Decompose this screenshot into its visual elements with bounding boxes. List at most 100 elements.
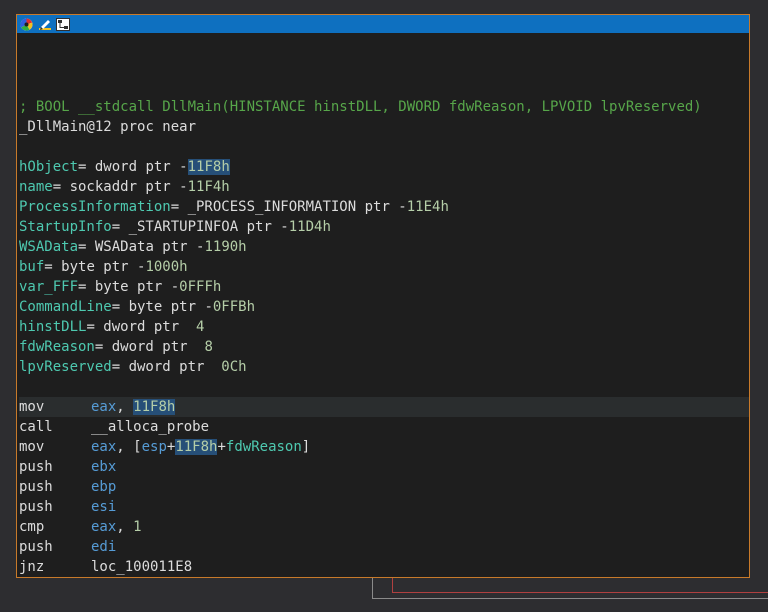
node-title-bar[interactable]	[17, 15, 749, 33]
plus-sign: +	[217, 439, 226, 455]
variable-name[interactable]: buf	[19, 259, 44, 275]
variable-type: _PROCESS_INFORMATION ptr	[187, 199, 399, 215]
register-operand[interactable]: ebx	[91, 459, 116, 475]
variable-offset[interactable]: 0FFBh	[213, 299, 255, 315]
variable-type: byte ptr	[128, 299, 205, 315]
variable-name[interactable]: CommandLine	[19, 299, 112, 315]
variable-name[interactable]: StartupInfo	[19, 219, 112, 235]
variable-offset[interactable]: 0FFFh	[179, 279, 221, 295]
equals-sign: =	[111, 299, 129, 315]
stack-variable-line[interactable]: fdwReason= dword ptr 8	[19, 337, 749, 357]
equals-sign: =	[170, 199, 188, 215]
stack-variable-line[interactable]: hObject= dword ptr -11F8h	[19, 157, 749, 177]
proc-name[interactable]: _DllMain@12	[19, 119, 112, 135]
stack-variable-line[interactable]: name= sockaddr ptr -11F4h	[19, 177, 749, 197]
register-operand[interactable]: eax	[91, 439, 116, 455]
variable-type: dword ptr	[128, 359, 222, 375]
offset-sign: -	[280, 219, 289, 235]
offset-sign: -	[170, 279, 180, 295]
instruction-line[interactable]: jnz loc_100011E8	[19, 557, 749, 577]
variable-offset[interactable]: 11F4h	[188, 179, 230, 195]
variable-reference[interactable]: fdwReason	[226, 439, 302, 455]
instruction-line[interactable]: push ebx	[19, 457, 749, 477]
mnemonic: mov	[19, 399, 45, 415]
base-register[interactable]: esp	[142, 439, 167, 455]
mnemonic: jnz	[19, 559, 45, 575]
instruction-line[interactable]: cmp eax, 1	[19, 517, 749, 537]
stack-variable-line[interactable]: CommandLine= byte ptr -0FFBh	[19, 297, 749, 317]
instruction-line[interactable]: push ebp	[19, 477, 749, 497]
equals-sign: =	[111, 219, 129, 235]
color-wheel-icon[interactable]	[19, 17, 34, 31]
variable-name[interactable]: ProcessInformation	[19, 199, 171, 215]
equals-sign: =	[78, 239, 95, 255]
mnemonic: cmp	[19, 519, 45, 535]
variable-offset[interactable]: 11D4h	[289, 219, 331, 235]
variable-name[interactable]: var_FFF	[19, 279, 78, 295]
offset-sign: -	[398, 199, 407, 215]
equals-sign: =	[94, 339, 112, 355]
variable-type: byte ptr	[61, 259, 138, 275]
variable-offset[interactable]: 11F8h	[187, 159, 230, 175]
code-node-window[interactable]: ; BOOL __stdcall DllMain(HINSTANCE hinst…	[16, 14, 750, 578]
graph-view-icon[interactable]	[55, 17, 70, 31]
variable-offset[interactable]: 4	[196, 319, 204, 335]
variable-name[interactable]: fdwReason	[19, 339, 95, 355]
edit-pencil-icon[interactable]	[37, 17, 52, 31]
stack-variable-line[interactable]: var_FFF= byte ptr -0FFFh	[19, 277, 749, 297]
equals-sign: =	[52, 179, 70, 195]
operand-separator: ,	[116, 399, 134, 415]
equals-sign: =	[111, 359, 129, 375]
operand-punctuation: , [	[116, 439, 142, 455]
register-operand[interactable]: eax	[91, 399, 116, 415]
equals-sign: =	[78, 279, 95, 295]
graph-canvas[interactable]: ; BOOL __stdcall DllMain(HINSTANCE hinst…	[0, 0, 768, 612]
instruction-line[interactable]: call __alloca_probe	[19, 417, 749, 437]
variable-name[interactable]: name	[19, 179, 53, 195]
variable-name[interactable]: lpvReserved	[19, 359, 112, 375]
jump-target[interactable]: loc_100011E8	[91, 559, 192, 575]
immediate-operand[interactable]: 11F8h	[175, 439, 218, 455]
register-operand[interactable]: eax	[91, 519, 116, 535]
call-target[interactable]: __alloca_probe	[91, 419, 209, 435]
mnemonic: push	[19, 479, 53, 495]
equals-sign: =	[44, 259, 62, 275]
variable-type: sockaddr ptr	[69, 179, 180, 195]
variable-offset[interactable]: 0Ch	[221, 359, 246, 375]
register-operand[interactable]: esi	[91, 499, 116, 515]
stack-variable-line[interactable]: buf= byte ptr -1000h	[19, 257, 749, 277]
stack-variable-line[interactable]: WSAData= WSAData ptr -1190h	[19, 237, 749, 257]
immediate-operand[interactable]: 1	[133, 519, 141, 535]
variable-name[interactable]: WSAData	[19, 239, 78, 255]
variable-type: _STARTUPINFOA ptr	[128, 219, 281, 235]
variable-name[interactable]: hinstDLL	[19, 319, 86, 335]
stack-variable-line[interactable]: lpvReserved= dword ptr 0Ch	[19, 357, 749, 377]
instruction-line[interactable]: mov eax, [esp+11F8h+fdwReason]	[19, 437, 749, 457]
variable-type: dword ptr	[103, 319, 197, 335]
background-node-edge-red	[392, 578, 768, 593]
variable-name[interactable]: hObject	[19, 159, 78, 175]
stack-variable-line[interactable]: hinstDLL= dword ptr 4	[19, 317, 749, 337]
variable-offset[interactable]: 8	[204, 339, 212, 355]
stack-variable-line[interactable]: ProcessInformation= _PROCESS_INFORMATION…	[19, 197, 749, 217]
register-operand[interactable]: edi	[91, 539, 116, 555]
immediate-operand[interactable]: 11F8h	[133, 399, 176, 415]
register-operand[interactable]: ebp	[91, 479, 116, 495]
function-signature-comment: ; BOOL __stdcall DllMain(HINSTANCE hinst…	[19, 99, 702, 115]
disassembly-listing[interactable]: ; BOOL __stdcall DllMain(HINSTANCE hinst…	[19, 97, 749, 577]
variable-offset[interactable]: 1000h	[145, 259, 187, 275]
proc-declaration[interactable]: _DllMain@12 proc near	[19, 117, 749, 137]
instruction-line[interactable]: push esi	[19, 497, 749, 517]
variable-type: dword ptr	[111, 339, 205, 355]
mnemonic: call	[19, 419, 53, 435]
instruction-line[interactable]: push edi	[19, 537, 749, 557]
variable-type: byte ptr	[94, 279, 171, 295]
variable-offset[interactable]: 11E4h	[407, 199, 449, 215]
variable-type: WSAData ptr	[94, 239, 197, 255]
mnemonic: push	[19, 499, 53, 515]
instruction-line[interactable]: mov eax, 11F8h	[19, 397, 749, 417]
variable-offset[interactable]: 1190h	[204, 239, 246, 255]
stack-variable-line[interactable]: StartupInfo= _STARTUPINFOA ptr -11D4h	[19, 217, 749, 237]
